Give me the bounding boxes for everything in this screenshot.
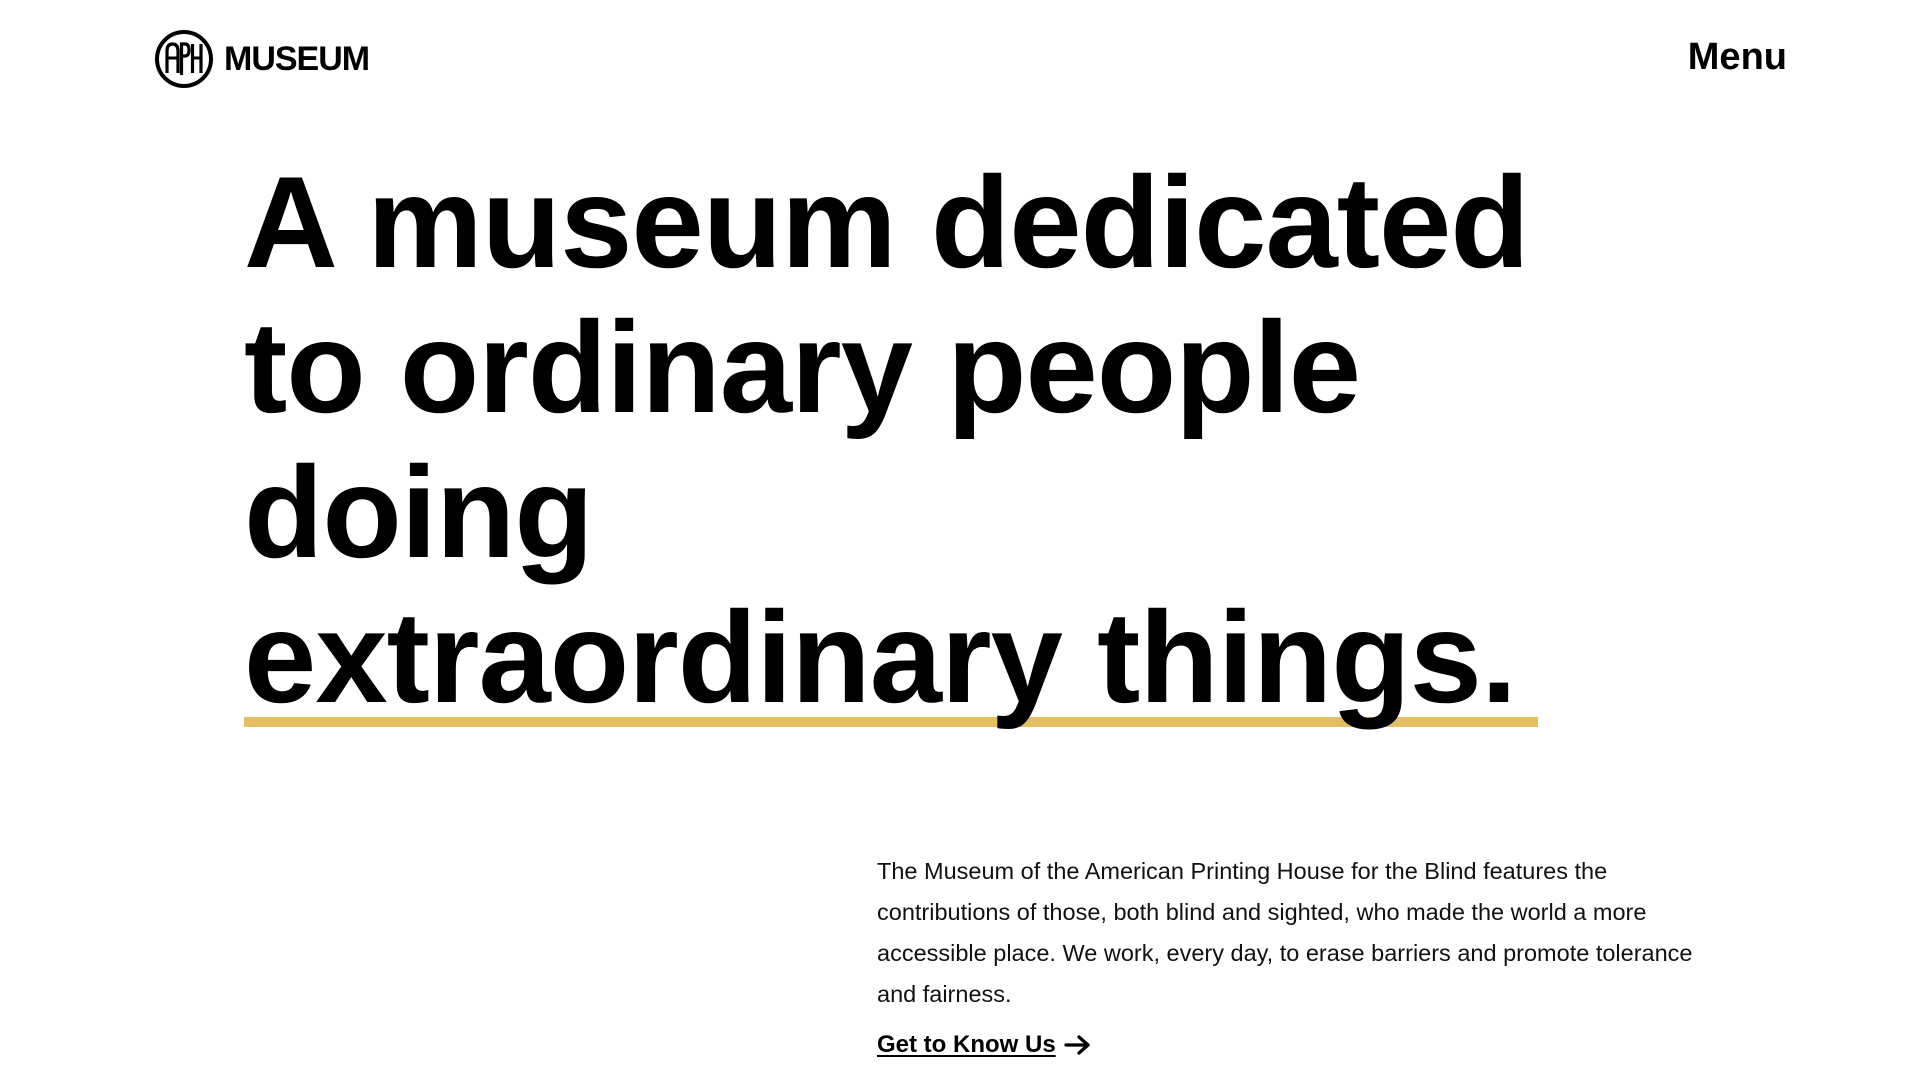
- aph-logo-icon: [155, 30, 213, 88]
- intro-section: The Museum of the American Printing Hous…: [877, 851, 1737, 1059]
- hero-line-1: A museum dedicated: [244, 149, 1530, 295]
- hero-line-2: to ordinary people: [244, 294, 1361, 440]
- menu-button[interactable]: Menu: [1688, 38, 1787, 76]
- page: MUSEUM Menu A museum dedicated to ordina…: [0, 0, 1920, 1080]
- hero-headline: A museum dedicated to ordinary people do…: [244, 150, 1544, 730]
- arrow-right-icon: [1064, 1035, 1090, 1055]
- museum-logo-link[interactable]: MUSEUM: [154, 29, 370, 89]
- hero-line-4-underlined: extraordinary things.: [244, 592, 1539, 727]
- hero-line-4-wrapper: extraordinary things.: [244, 585, 1544, 730]
- get-to-know-us-link[interactable]: Get to Know Us: [877, 1031, 1092, 1059]
- cta-label: Get to Know Us: [877, 1031, 1056, 1058]
- logo-text: MUSEUM: [224, 40, 370, 78]
- intro-paragraph: The Museum of the American Printing Hous…: [877, 858, 1693, 1007]
- hero-line-3: doing: [244, 439, 594, 585]
